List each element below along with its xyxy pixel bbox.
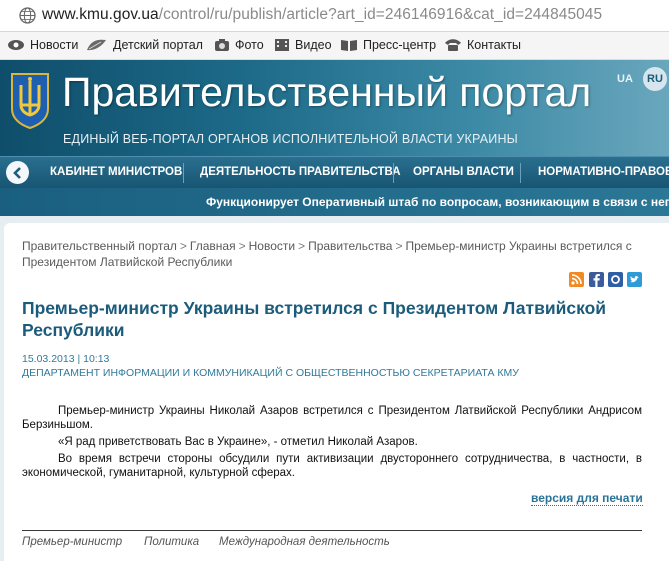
- tag-link[interactable]: Международная деятельность: [219, 536, 390, 548]
- leaf-icon: [87, 39, 106, 51]
- nav-divider: [183, 163, 184, 183]
- main-nav: КАБИНЕТ МИНИСТРОВ ДЕЯТЕЛЬНОСТЬ ПРАВИТЕЛЬ…: [0, 156, 669, 188]
- facebook-icon[interactable]: [589, 272, 604, 287]
- bookmark-label: Детский портал: [113, 38, 203, 52]
- bookmark-share-icon[interactable]: [608, 272, 623, 287]
- url-text[interactable]: www.kmu.gov.ua/control/ru/publish/articl…: [42, 6, 602, 24]
- bookmark-label: Контакты: [467, 38, 521, 52]
- rss-icon[interactable]: [569, 272, 584, 287]
- article-title: Премьер-министр Украины встретился с Пре…: [22, 298, 607, 340]
- article-department-link[interactable]: ДЕПАРТАМЕНТ ИНФОРМАЦИИ И КОММУНИКАЦИЙ С …: [22, 367, 519, 379]
- bookmark-contacts[interactable]: Контакты: [444, 38, 521, 52]
- breadcrumb-link[interactable]: Правительства: [308, 239, 392, 253]
- site-subtitle: ЕДИНЫЙ ВЕБ-ПОРТАЛ ОРГАНОВ ИСПОЛНИТЕЛЬНОЙ…: [63, 132, 518, 146]
- url-host: www.kmu.gov.ua: [42, 6, 159, 23]
- film-icon: [275, 39, 289, 51]
- news-ticker[interactable]: Функционирует Оперативный штаб по вопрос…: [0, 188, 669, 216]
- article-paragraph: Во время встречи стороны обсудили пути а…: [22, 453, 642, 479]
- breadcrumb-link[interactable]: Главная: [190, 239, 236, 253]
- bookmark-press-center[interactable]: Пресс-центр: [340, 38, 436, 52]
- breadcrumb-link[interactable]: Правительственный портал: [22, 239, 177, 253]
- book-icon: [341, 40, 357, 51]
- bookmarks-bar: Новости Детский портал Фото Видео Пресс-…: [0, 32, 669, 60]
- breadcrumb-link[interactable]: Новости: [249, 239, 295, 253]
- twitter-icon[interactable]: [627, 272, 642, 287]
- nav-item-activity[interactable]: ДЕЯТЕЛЬНОСТЬ ПРАВИТЕЛЬСТВА: [200, 166, 401, 178]
- address-bar[interactable]: www.kmu.gov.ua/control/ru/publish/articl…: [0, 0, 669, 32]
- tags-divider: [22, 530, 642, 531]
- breadcrumb-separator: >: [238, 239, 246, 253]
- ticker-text: Функционирует Оперативный штаб по вопрос…: [206, 195, 669, 209]
- phone-icon: [445, 39, 461, 51]
- bookmark-photo[interactable]: Фото: [214, 38, 264, 52]
- article-date: 15.03.2013 | 10:13: [22, 353, 110, 365]
- url-path: /control/ru/publish/article?art_id=24614…: [158, 6, 603, 23]
- article-paragraph: «Я рад приветствовать Вас в Украине», - …: [58, 436, 418, 448]
- bookmark-video[interactable]: Видео: [274, 38, 332, 52]
- site-header: Правительственный портал ЕДИНЫЙ ВЕБ-ПОРТ…: [0, 60, 669, 156]
- nav-item-cabinet[interactable]: КАБИНЕТ МИНИСТРОВ: [50, 166, 182, 178]
- nav-back-button[interactable]: [6, 161, 29, 184]
- breadcrumb-separator: >: [298, 239, 306, 253]
- article-body: Премьер-министр Украины Николай Азаров в…: [22, 404, 642, 483]
- coat-of-arms-icon[interactable]: [9, 71, 51, 129]
- bookmark-label: Видео: [295, 38, 332, 52]
- camera-icon: [215, 39, 229, 51]
- bookmark-label: Новости: [30, 38, 79, 52]
- language-ua-link[interactable]: UA: [617, 73, 633, 85]
- nav-divider: [393, 163, 394, 183]
- chevron-left-icon: [12, 166, 21, 179]
- bookmark-label: Фото: [235, 38, 264, 52]
- eye-icon: [8, 40, 24, 50]
- bookmark-kids-portal[interactable]: Детский портал: [86, 38, 203, 52]
- print-version-link[interactable]: версия для печати: [531, 491, 643, 506]
- article-paragraph: Премьер-министр Украины Николай Азаров в…: [22, 405, 642, 431]
- nav-item-authorities[interactable]: ОРГАНЫ ВЛАСТИ: [413, 166, 514, 178]
- language-ru-badge[interactable]: RU: [643, 67, 667, 91]
- globe-icon: [19, 7, 36, 24]
- breadcrumb-separator: >: [395, 239, 403, 253]
- tag-link[interactable]: Премьер-министр: [22, 536, 122, 548]
- breadcrumb: Правительственный портал > Главная > Новости…: [22, 238, 642, 270]
- breadcrumb-separator: >: [179, 239, 187, 253]
- tag-link[interactable]: Политика: [144, 536, 199, 548]
- bookmark-news[interactable]: Новости: [7, 38, 78, 52]
- nav-divider: [520, 163, 521, 183]
- bookmark-label: Пресс-центр: [363, 38, 437, 52]
- site-title[interactable]: Правительственный портал: [62, 69, 591, 116]
- nav-item-legal[interactable]: НОРМАТИВНО-ПРАВОВАЯ: [538, 166, 669, 178]
